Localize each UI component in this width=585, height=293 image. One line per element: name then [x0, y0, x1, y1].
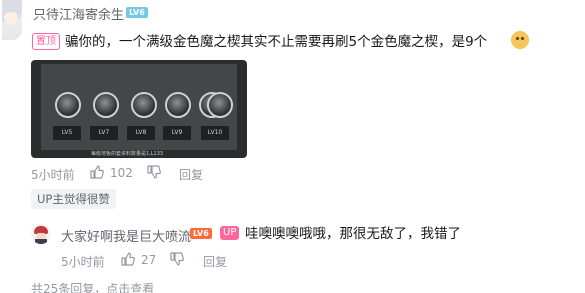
pinned-badge: 置顶: [32, 33, 60, 50]
coin-level-label: LV8: [127, 126, 155, 140]
up-liked-badge: UP主觉得很赞: [31, 189, 116, 209]
thumbs-down-icon[interactable]: [169, 251, 185, 267]
like-count: 102: [110, 166, 133, 180]
cat-emoji-icon: [511, 31, 529, 49]
level-badge: LV6: [126, 7, 148, 18]
coin-icon: [207, 92, 233, 118]
replies-summary: 共25条回复，点击查看: [31, 280, 154, 293]
avatar-body: [35, 239, 47, 244]
up-badge: UP: [220, 226, 240, 240]
comment-text: 骗你的，一个满级金色魔之楔其实不止需要再刷5个金色魔之楔，是9个: [65, 34, 488, 50]
comment-thread: 只待江海寄余生 LV6 置顶 骗你的，一个满级金色魔之楔其实不止需要再刷5个金色…: [0, 0, 585, 293]
avatar-face: [4, 12, 18, 24]
coin-level-label: LV5: [53, 126, 81, 140]
coin-level-label: LV9: [163, 126, 191, 140]
thumbs-up-icon[interactable]: [89, 164, 105, 180]
level-badge: LV6: [190, 228, 212, 239]
reply-username[interactable]: 大家好啊我是巨大喷流: [61, 226, 191, 245]
coin-icon: [165, 92, 191, 118]
avatar[interactable]: [2, 0, 22, 40]
view-replies-link[interactable]: 点击查看: [106, 282, 154, 293]
reply-avatar[interactable]: [31, 224, 51, 244]
reply-button[interactable]: 回复: [179, 166, 203, 183]
comment-time: 5小时前: [31, 168, 75, 182]
comment-image[interactable]: LV5 LV7 LV8 LV9 LV10 每级地板的套资料数量是1,L133: [31, 60, 247, 158]
coin-icon: [131, 92, 157, 118]
replies-count: 共25条回复，: [31, 282, 107, 293]
reply-time: 5小时前: [61, 255, 105, 269]
coin-icon: [55, 92, 81, 118]
image-caption: 每级地板的套资料数量是1,L133: [91, 151, 164, 157]
reply-text: 哇噢噢噢哦哦，那很无敌了，我错了: [245, 226, 461, 242]
image-content: LV5 LV7 LV8 LV9 LV10: [41, 64, 237, 150]
thumbs-up-icon[interactable]: [120, 251, 136, 267]
like-count: 27: [141, 253, 157, 267]
comment-username[interactable]: 只待江海寄余生: [33, 4, 124, 23]
reply-button[interactable]: 回复: [203, 253, 227, 270]
thumbs-down-icon[interactable]: [146, 164, 162, 180]
coin-level-label: LV7: [90, 126, 118, 140]
coin-level-label: LV10: [201, 126, 229, 140]
coin-icon: [93, 92, 119, 118]
